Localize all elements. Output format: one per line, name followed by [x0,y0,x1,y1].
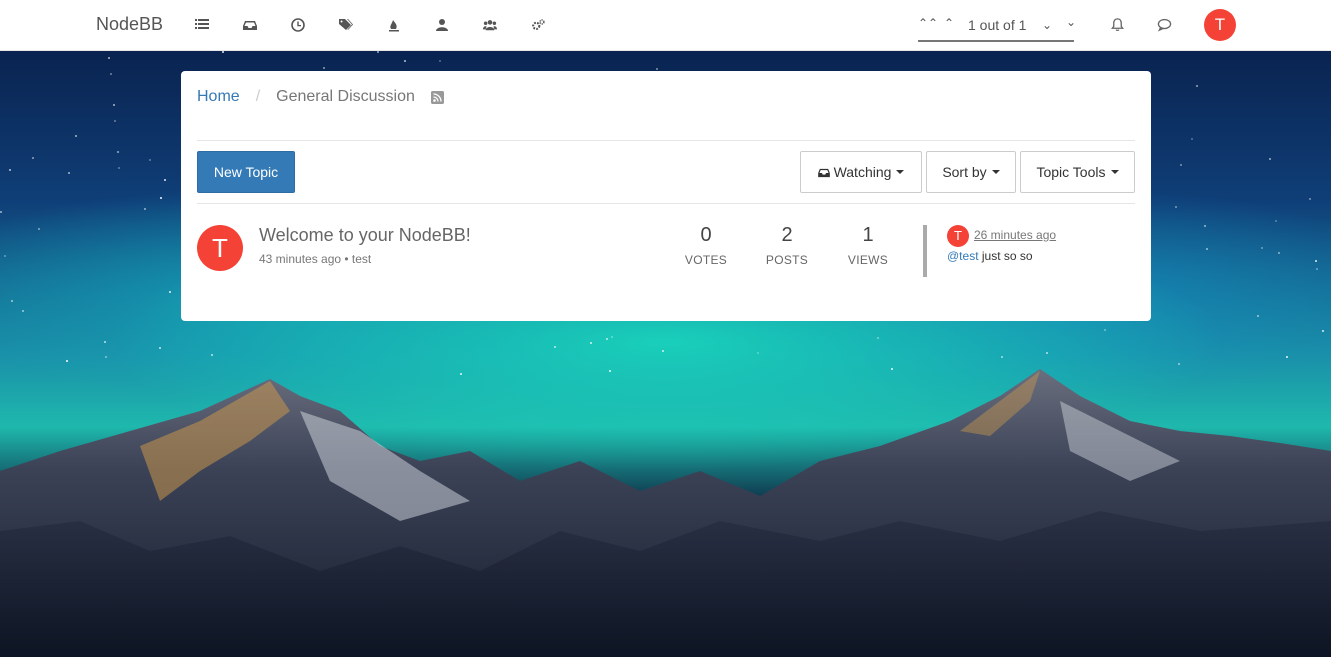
cogs-icon[interactable] [529,16,547,34]
votes-count: 0 [700,224,712,246]
divider [197,140,1135,141]
breadcrumb: Home / General Discussion [197,88,444,106]
first-page-icon[interactable]: ⌃⌃ [918,16,938,30]
caret-down-icon [1110,170,1119,174]
user-avatar[interactable]: T [1204,9,1236,41]
list-icon[interactable] [193,16,211,34]
votes-label: VOTES [684,253,728,267]
brand-logo[interactable]: NodeBB [96,14,163,35]
breadcrumb-home-link[interactable]: Home [197,88,240,106]
teaser-text: just so so [978,249,1033,263]
users-icon[interactable] [481,16,499,34]
top-navbar: NodeBB ⌃⌃ ⌃ 1 out of 1 ⌄ ⌄ T [0,0,1331,51]
views-label: VIEWS [847,253,889,267]
watching-label: Watching [833,164,892,180]
sort-by-dropdown[interactable]: Sort by [926,151,1016,193]
topic-tools-dropdown[interactable]: Topic Tools [1020,151,1135,193]
votes-stat: 0 VOTES [671,224,741,267]
posts-label: POSTS [765,253,809,267]
posts-stat: 2 POSTS [752,224,822,267]
divider [197,203,1135,204]
user-icon[interactable] [433,16,451,34]
caret-down-icon [991,170,1000,174]
caret-down-icon [896,170,905,174]
teaser-timestamp-link[interactable]: 26 minutes ago [974,228,1056,242]
chat-icon[interactable] [1157,17,1173,33]
previous-page-icon[interactable]: ⌃ [944,16,954,30]
watching-dropdown[interactable]: Watching [800,151,922,193]
new-topic-button[interactable]: New Topic [197,151,295,193]
views-count: 1 [862,224,874,246]
topic-author-avatar[interactable]: T [197,225,243,271]
teaser-content: @test just so so [947,249,1033,263]
topic-pager: ⌃⌃ ⌃ 1 out of 1 ⌄ ⌄ [918,12,1076,42]
teaser-avatar[interactable]: T [947,225,969,247]
posts-count: 2 [781,224,793,246]
teaser-divider [923,225,927,277]
rss-icon[interactable] [430,90,444,104]
category-panel: Home / General Discussion New Topic Watc… [181,71,1151,321]
inbox-icon [817,164,834,180]
clock-icon[interactable] [289,16,307,34]
teaser-mention-link[interactable]: @test [947,249,979,263]
breadcrumb-current: General Discussion [276,88,415,105]
breadcrumb-separator: / [255,88,261,105]
topic-title-link[interactable]: Welcome to your NodeBB! [259,225,471,246]
next-page-icon[interactable]: ⌄ [1042,18,1052,32]
sort-by-label: Sort by [942,164,987,180]
views-stat: 1 VIEWS [833,224,903,267]
fire-icon[interactable] [385,16,403,34]
bell-icon[interactable] [1110,17,1126,33]
tags-icon[interactable] [337,16,355,34]
topic-tools-label: Topic Tools [1036,164,1106,180]
pager-position[interactable]: 1 out of 1 [968,17,1026,33]
last-page-icon[interactable]: ⌄ [1066,15,1076,29]
inbox-icon[interactable] [241,16,259,34]
topic-meta: 43 minutes ago • test [259,252,372,266]
